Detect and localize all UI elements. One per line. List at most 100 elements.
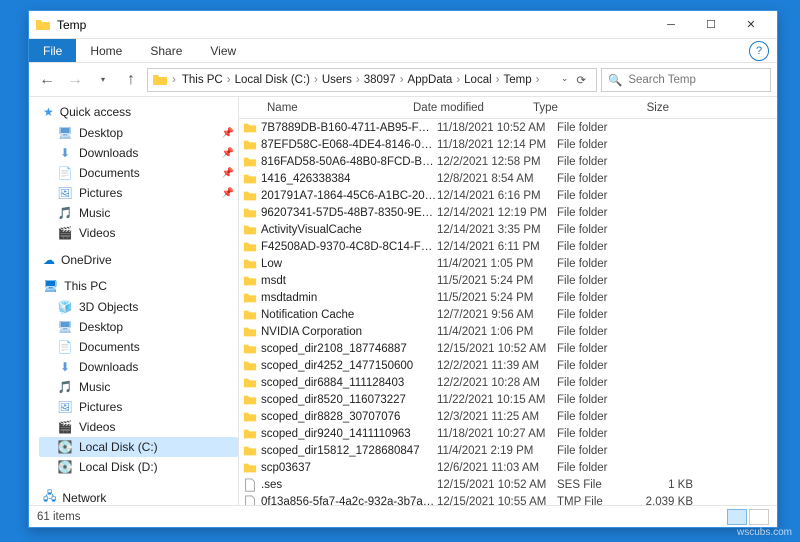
file-row[interactable]: ActivityVisualCache12/14/2021 3:35 PMFil… (239, 221, 777, 238)
file-name: 96207341-57D5-48B7-8350-9E426C1EB88F (261, 207, 437, 219)
nav-item-music[interactable]: 🎵Music (39, 203, 238, 223)
file-list[interactable]: 7B7889DB-B160-4711-AB95-FAB5E8FE841411/1… (239, 119, 777, 505)
folder-icon (243, 393, 261, 407)
file-row[interactable]: scoped_dir15812_172868084711/4/2021 2:19… (239, 442, 777, 459)
nav-item-desktop[interactable]: 🖥Desktop (39, 317, 238, 337)
file-row[interactable]: Low11/4/2021 1:05 PMFile folder (239, 255, 777, 272)
file-row[interactable]: scp0363712/6/2021 11:03 AMFile folder (239, 459, 777, 476)
desktop-icon: 🖥 (57, 319, 73, 335)
close-button[interactable]: ✕ (731, 12, 771, 38)
file-row[interactable]: scoped_dir2108_18774688712/15/2021 10:52… (239, 340, 777, 357)
file-type: File folder (557, 343, 637, 355)
file-type: File folder (557, 190, 637, 202)
nav-item-videos[interactable]: 🎬Videos (39, 223, 238, 243)
col-date[interactable]: Date modified (413, 102, 533, 114)
file-row[interactable]: scoped_dir4252_147715060012/2/2021 11:39… (239, 357, 777, 374)
tab-file[interactable]: File (29, 39, 76, 62)
quick-access[interactable]: ★ Quick access (39, 103, 238, 121)
status-bar: 61 items (29, 505, 777, 527)
file-row[interactable]: 0f13a856-5fa7-4a2c-932a-3b7a98d46bac...1… (239, 493, 777, 505)
breadcrumb-item[interactable]: AppData (406, 74, 455, 86)
breadcrumb-item[interactable]: Local Disk (C:) (233, 74, 312, 86)
navigation-pane[interactable]: ★ Quick access 🖥Desktop📌⬇Downloads📌📄Docu… (29, 97, 239, 505)
file-date: 12/14/2021 3:35 PM (437, 224, 557, 236)
breadcrumb-item[interactable]: Users (320, 74, 354, 86)
forward-button[interactable]: → (63, 68, 87, 92)
file-date: 12/15/2021 10:52 AM (437, 343, 557, 355)
nav-item-pictures[interactable]: 🖼Pictures📌 (39, 183, 238, 203)
nav-item-local-disk-c-[interactable]: 💽Local Disk (C:) (39, 437, 238, 457)
breadcrumb-item[interactable]: Local (462, 74, 494, 86)
nav-item-desktop[interactable]: 🖥Desktop📌 (39, 123, 238, 143)
file-row[interactable]: scoped_dir9240_141111096311/18/2021 10:2… (239, 425, 777, 442)
col-size[interactable]: Size (613, 102, 683, 114)
file-date: 12/2/2021 11:39 AM (437, 360, 557, 372)
refresh-button[interactable]: ⟳ (576, 73, 586, 87)
up-button[interactable]: ↑ (119, 68, 143, 92)
breadcrumb-item[interactable]: 38097 (362, 74, 398, 86)
nav-item-downloads[interactable]: ⬇Downloads (39, 357, 238, 377)
recent-button[interactable]: ▾ (91, 68, 115, 92)
file-row[interactable]: 87EFD58C-E068-4DE4-8146-0E4B68B1096D11/1… (239, 136, 777, 153)
maximize-button[interactable]: ☐ (691, 12, 731, 38)
file-row[interactable]: 201791A7-1864-45C6-A1BC-208986DC183712/1… (239, 187, 777, 204)
titlebar[interactable]: Temp ─ ☐ ✕ (29, 11, 777, 39)
col-name[interactable]: Name (243, 102, 413, 114)
help-button[interactable]: ? (749, 41, 769, 61)
breadcrumb-item[interactable]: This PC (180, 74, 225, 86)
minimize-button[interactable]: ─ (651, 12, 691, 38)
file-size: 2,039 KB (637, 496, 707, 506)
col-type[interactable]: Type (533, 102, 613, 114)
nav-item-local-disk-d-[interactable]: 💽Local Disk (D:) (39, 457, 238, 477)
nav-item-music[interactable]: 🎵Music (39, 377, 238, 397)
file-row[interactable]: scoped_dir6884_11112840312/2/2021 10:28 … (239, 374, 777, 391)
icons-view-button[interactable] (749, 509, 769, 525)
nav-item-documents[interactable]: 📄Documents📌 (39, 163, 238, 183)
folder-icon (243, 291, 261, 305)
file-row[interactable]: Notification Cache12/7/2021 9:56 AMFile … (239, 306, 777, 323)
file-row[interactable]: 96207341-57D5-48B7-8350-9E426C1EB88F12/1… (239, 204, 777, 221)
file-row[interactable]: scoped_dir8520_11607322711/22/2021 10:15… (239, 391, 777, 408)
column-headers[interactable]: Name Date modified Type Size (239, 97, 777, 119)
file-name: .ses (261, 479, 437, 491)
folder-icon (243, 461, 261, 475)
file-date: 11/22/2021 10:15 AM (437, 394, 557, 406)
network[interactable]: 🖧 Network (39, 485, 238, 505)
pictures-icon: 🖼 (57, 399, 73, 415)
details-view-button[interactable] (727, 509, 747, 525)
file-date: 12/14/2021 12:19 PM (437, 207, 557, 219)
nav-item-3d-objects[interactable]: 🧊3D Objects (39, 297, 238, 317)
folder-icon (243, 172, 261, 186)
file-row[interactable]: msdtadmin11/5/2021 5:24 PMFile folder (239, 289, 777, 306)
this-pc[interactable]: 🖥 This PC (39, 277, 238, 295)
search-input[interactable]: 🔍 Search Temp (601, 68, 771, 92)
nav-item-documents[interactable]: 📄Documents (39, 337, 238, 357)
chevron-right-icon: › (494, 74, 502, 86)
file-row[interactable]: NVIDIA Corporation11/4/2021 1:06 PMFile … (239, 323, 777, 340)
file-type: File folder (557, 156, 637, 168)
tab-home[interactable]: Home (76, 40, 136, 62)
file-row[interactable]: msdt11/5/2021 5:24 PMFile folder (239, 272, 777, 289)
tab-view[interactable]: View (196, 40, 250, 62)
onedrive[interactable]: ☁ OneDrive (39, 251, 238, 269)
file-row[interactable]: scoped_dir8828_3070707612/3/2021 11:25 A… (239, 408, 777, 425)
file-row[interactable]: F42508AD-9370-4C8D-8C14-F934C6625BEB12/1… (239, 238, 777, 255)
file-row[interactable]: 1416_42633838412/8/2021 8:54 AMFile fold… (239, 170, 777, 187)
folder-icon (243, 376, 261, 390)
file-row[interactable]: 816FAD58-50A6-48B0-8FCD-BE67A6C276...12/… (239, 153, 777, 170)
star-icon: ★ (43, 105, 54, 119)
file-name: 7B7889DB-B160-4711-AB95-FAB5E8FE8414 (261, 122, 437, 134)
address-bar[interactable]: › This PC›Local Disk (C:)›Users›38097›Ap… (147, 68, 597, 92)
ribbon: File Home Share View ? (29, 39, 777, 63)
nav-item-pictures[interactable]: 🖼Pictures (39, 397, 238, 417)
dropdown-icon[interactable]: ⌄ (561, 73, 569, 87)
breadcrumb-item[interactable]: Temp (502, 74, 534, 86)
file-row[interactable]: 7B7889DB-B160-4711-AB95-FAB5E8FE841411/1… (239, 119, 777, 136)
back-button[interactable]: ← (35, 68, 59, 92)
folder-icon (243, 206, 261, 220)
nav-item-downloads[interactable]: ⬇Downloads📌 (39, 143, 238, 163)
file-row[interactable]: .ses12/15/2021 10:52 AMSES File1 KB (239, 476, 777, 493)
tab-share[interactable]: Share (136, 40, 196, 62)
nav-item-videos[interactable]: 🎬Videos (39, 417, 238, 437)
music-icon: 🎵 (57, 379, 73, 395)
